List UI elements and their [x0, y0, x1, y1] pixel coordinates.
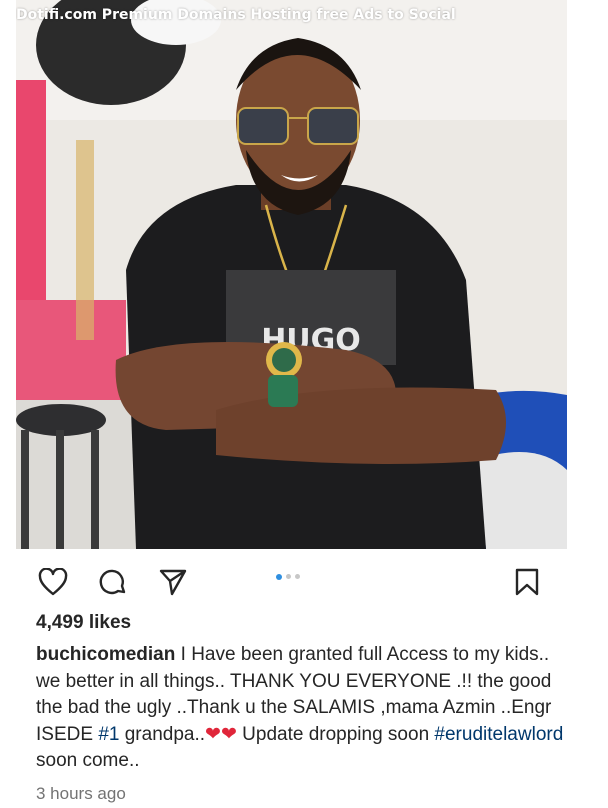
likes-count[interactable]: 4,499 likes [36, 612, 131, 634]
carousel-dot-active [276, 573, 282, 580]
watermark-text: Dotifi.com Premium Domains Hosting free … [16, 7, 456, 23]
comment-icon [99, 569, 126, 595]
caption-text: soon come.. [36, 750, 140, 771]
post-timestamp[interactable]: 3 hours ago [36, 784, 126, 804]
hashtag-link[interactable]: #1 [98, 724, 119, 745]
hashtag-link[interactable]: #eruditelawlord [434, 724, 563, 745]
photo-illustration: HUGO [16, 0, 567, 549]
share-button[interactable] [156, 565, 190, 599]
send-icon [159, 569, 187, 596]
carousel-dot [286, 574, 291, 579]
caption-text: Update dropping soon [236, 723, 435, 745]
username-link[interactable]: buchicomedian [36, 644, 175, 665]
carousel-dot [295, 574, 300, 579]
save-button[interactable] [510, 565, 544, 599]
caption-text: grandpa.. [119, 723, 206, 745]
comment-button[interactable] [96, 565, 130, 599]
like-button[interactable] [36, 565, 70, 599]
bookmark-icon [515, 568, 539, 596]
post-caption: buchicomedian I Have been granted full A… [36, 642, 576, 775]
action-bar [0, 560, 608, 600]
carousel-indicator [276, 573, 300, 580]
heart-icon [38, 568, 68, 596]
heart-emoji: ❤❤ [205, 723, 237, 745]
post-photo[interactable]: HUGO Dotifi.com Premium Domains Hosting … [16, 0, 567, 549]
